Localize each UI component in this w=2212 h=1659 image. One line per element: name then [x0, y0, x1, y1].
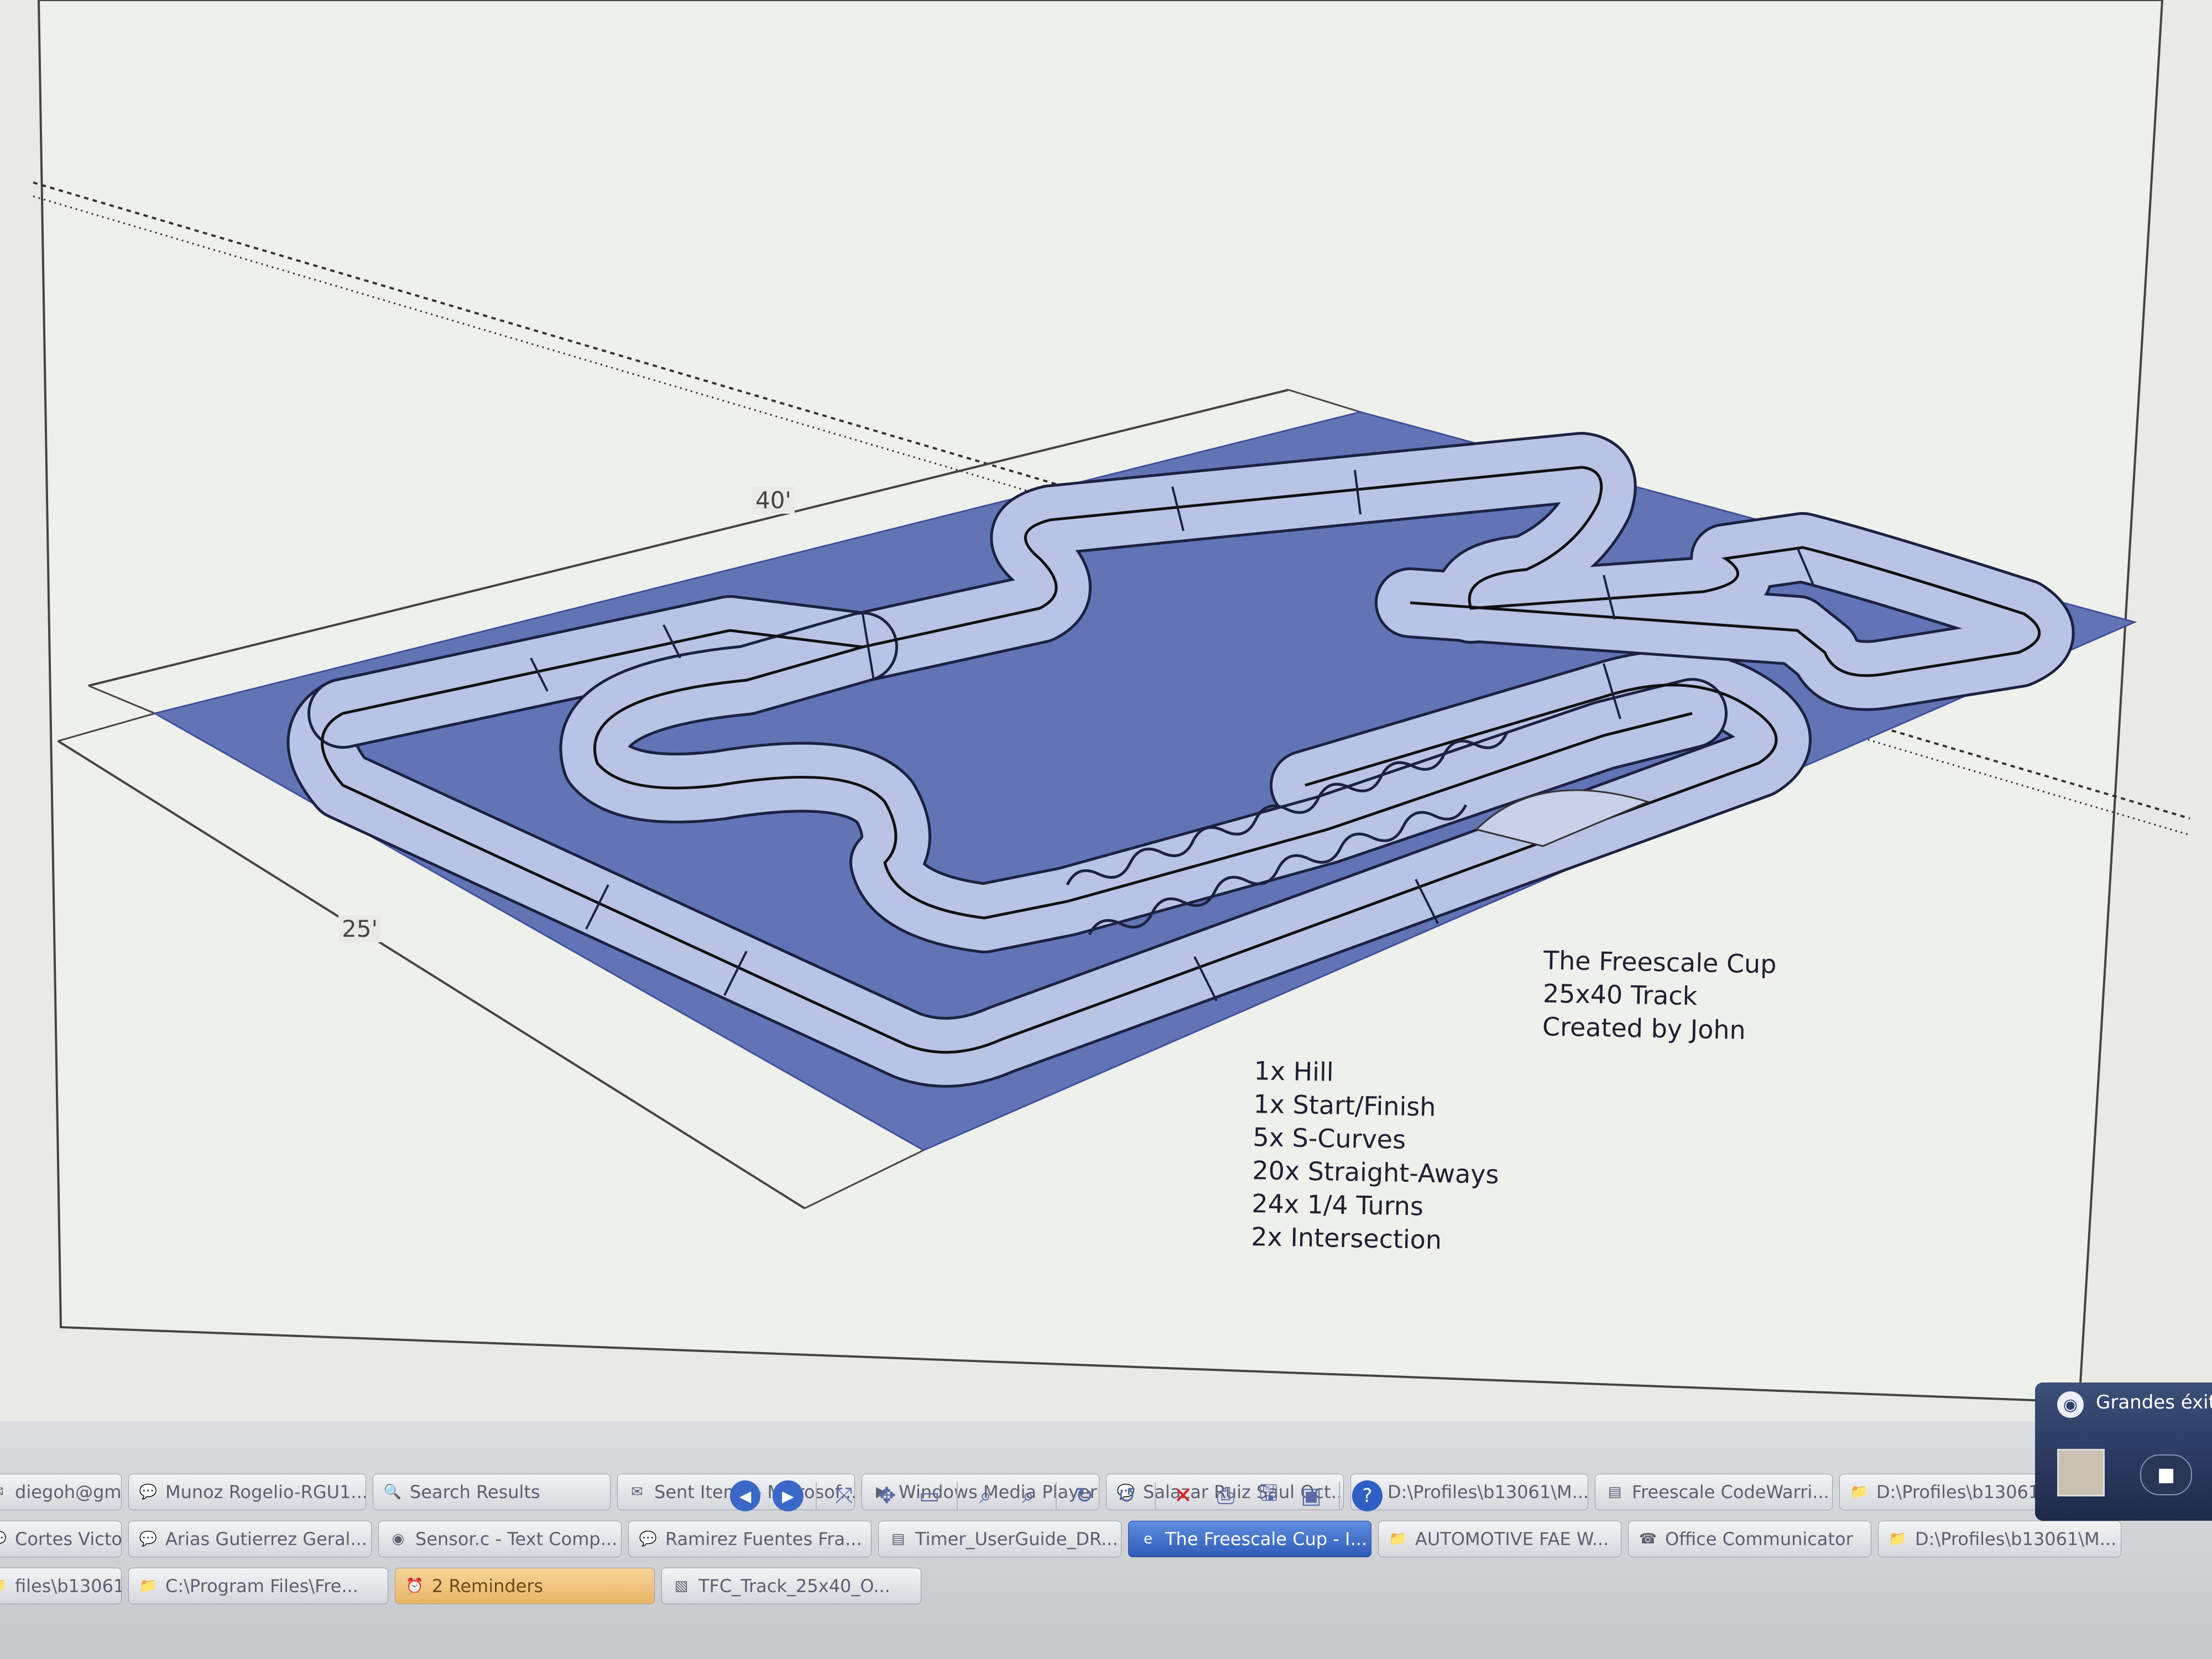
taskbar-button[interactable]: 📁D:\Profiles\b13061\M...	[1350, 1474, 1588, 1510]
taskbar-button[interactable]: ▤ Timer_UserGuide_DR...	[878, 1521, 1121, 1557]
taskbar-button[interactable]: e The Freescale Cup - I...	[1128, 1521, 1371, 1557]
taskbar-button[interactable]: ▤ Freescale CodeWarri...	[1595, 1474, 1833, 1510]
taskbar-app-icon: 📁	[0, 1577, 7, 1595]
taskbar-button[interactable]: 🔍 Search Results	[373, 1474, 611, 1510]
next-image-button[interactable]: ▶	[773, 1480, 804, 1511]
taskbar-button-label: Munoz Rogelio-RGU1...	[165, 1481, 366, 1503]
photo-viewer-canvas: 40' 25' The Freescale Cup 25x40 Track Cr…	[0, 0, 2212, 1460]
track-drawing	[33, 0, 2190, 1404]
open-program-button[interactable]: ▣	[1296, 1480, 1326, 1511]
taskbar-button-label: Arias Gutierrez Geral...	[165, 1528, 367, 1550]
taskbar-app-icon: ▤	[1608, 1484, 1622, 1500]
album-art-thumbnail[interactable]	[2057, 1449, 2105, 1496]
parts-list-item: 1x Start/Finish	[1253, 1089, 1436, 1122]
viewer-toolbar: ◀ ▶ ⤧ ✥ ▭ ⌕ ⌕ ↻ ↺ ✕ ⎙ 🖫 ▣?	[730, 1468, 1383, 1524]
taskbar-button-label: Search Results	[410, 1481, 540, 1503]
help-button[interactable]: ?	[1352, 1480, 1383, 1511]
track-info-caption: The Freescale Cup 25x40 Track Created by…	[1542, 943, 1777, 1047]
dimension-label-length: 40'	[752, 487, 795, 514]
taskbar-button[interactable]: ✉ diegoh@gm...	[0, 1474, 122, 1510]
taskbar-app-icon: 💬	[139, 1484, 158, 1500]
parts-list-item: 24x 1/4 Turns	[1251, 1188, 1424, 1222]
parts-list: 1x Hill 1x Start/Finish 5x S-Curves 20x …	[1251, 1054, 1501, 1258]
taskbar-button[interactable]: 📁 files\b13061\M...	[0, 1568, 122, 1604]
parts-list-item: 5x S-Curves	[1253, 1122, 1406, 1155]
taskbar-button[interactable]: 💬 Munoz Rogelio-RGU1...	[128, 1474, 366, 1510]
taskbar-button-label: Cortes Victor ...	[15, 1528, 122, 1550]
taskbar-app-icon: 💬	[0, 1530, 7, 1548]
info-line: The Freescale Cup	[1543, 945, 1777, 979]
taskbar-button-label: D:\Profiles\b13061\M...	[1387, 1481, 1588, 1503]
taskbar-button[interactable]: ▧ TFC_Track_25x40_O...	[661, 1568, 921, 1604]
taskbar-app-icon: ◉	[392, 1531, 405, 1547]
best-fit-button[interactable]: ⤧	[829, 1480, 859, 1511]
slideshow-button[interactable]: ▭	[914, 1480, 945, 1511]
taskbar-button-label: Freescale CodeWarri...	[1632, 1481, 1829, 1503]
taskbar-button-label: Ramirez Fuentes Fra...	[665, 1528, 862, 1550]
taskbar-row: 📁 files\b13061\M... 📁 C:\Program Files\Fre.…	[0, 1568, 921, 1604]
zoom-in-button[interactable]: ⌕	[970, 1480, 1000, 1511]
stop-button[interactable]: ■	[2140, 1454, 2192, 1495]
print-button[interactable]: ⎙	[1211, 1480, 1241, 1511]
info-line: Created by John	[1542, 1011, 1746, 1045]
toolbar-separator	[815, 1482, 817, 1510]
taskbar-app-icon: ▧	[674, 1578, 688, 1594]
toolbar-separator	[1154, 1482, 1156, 1510]
taskbar-app-icon: e	[1144, 1531, 1152, 1547]
taskbar-button-label: C:\Program Files\Fre...	[165, 1575, 358, 1597]
taskbar-app-icon: 🔍	[383, 1484, 402, 1500]
taskbar-button[interactable]: 💬 Ramirez Fuentes Fra...	[628, 1521, 872, 1557]
parts-list-item: 2x Intersection	[1250, 1222, 1442, 1255]
taskbar-app-icon: 💬	[639, 1531, 658, 1547]
taskbar-app-icon: ✉	[0, 1483, 7, 1501]
taskbar-button-label: AUTOMOTIVE FAE W...	[1415, 1528, 1609, 1550]
toolbar-separator	[1338, 1482, 1340, 1510]
delete-button[interactable]: ✕	[1168, 1480, 1198, 1511]
previous-image-button[interactable]: ◀	[730, 1480, 761, 1511]
taskbar-button[interactable]: ⏰ 2 Reminders	[395, 1568, 655, 1604]
taskbar-app-icon: 📁	[1850, 1484, 1869, 1500]
taskbar-app-icon: 📁	[139, 1578, 158, 1594]
parts-list-item: 1x Hill	[1254, 1056, 1334, 1087]
taskbar-button-label: D:\Profiles\b13061\M...	[1915, 1528, 2117, 1550]
taskbar-app-icon: ✉	[631, 1484, 643, 1500]
taskbar-button[interactable]: ☎ Office Communicator	[1628, 1521, 1871, 1557]
taskbar-app-icon: 📁	[1389, 1531, 1407, 1547]
taskbar-app-icon: 💬	[139, 1531, 158, 1547]
taskbar-app-icon: ☎	[1639, 1531, 1657, 1547]
taskbar-button-label: TFC_Track_25x40_O...	[698, 1575, 890, 1597]
taskbar-button-label: 2 Reminders	[432, 1575, 544, 1597]
copy-to-button[interactable]: 🖫	[1253, 1480, 1284, 1511]
taskbar-app-icon: ▤	[891, 1531, 905, 1547]
taskbar-button[interactable]: 📁 C:\Program Files\Fre...	[128, 1568, 388, 1604]
toolbar-separator	[957, 1482, 958, 1510]
rotate-clockwise-button[interactable]: ↻	[1069, 1480, 1099, 1511]
taskbar-row: 💬 Cortes Victor ... 💬 Arias Gutierrez Geral…	[0, 1521, 2121, 1557]
now-playing-title: Grandes éxitos	[2096, 1391, 2212, 1413]
taskbar-button-label: The Freescale Cup - I...	[1165, 1528, 1367, 1550]
taskbar-button-label: Sensor.c - Text Comp...	[415, 1528, 618, 1550]
actual-size-button[interactable]: ✥	[872, 1480, 902, 1511]
taskbar-button[interactable]: 📁 AUTOMOTIVE FAE W...	[1378, 1521, 1621, 1557]
taskbar-button[interactable]: ◉ Sensor.c - Text Comp...	[378, 1521, 622, 1557]
taskbar-app-icon: 📁	[1888, 1531, 1907, 1547]
dimension-label-width: 25'	[338, 915, 381, 942]
taskbar-button-label: Office Communicator	[1665, 1528, 1853, 1550]
info-line: 25x40 Track	[1542, 978, 1698, 1011]
zoom-out-button[interactable]: ⌕	[1013, 1480, 1044, 1511]
rotate-counterclockwise-button[interactable]: ↺	[1112, 1480, 1142, 1511]
taskbar-app-icon: ⏰	[405, 1578, 424, 1594]
taskbar-button[interactable]: 📁 D:\Profiles\b13061\M...	[1878, 1521, 2121, 1557]
taskbar-button-label: files\b13061\M...	[15, 1575, 122, 1597]
parts-list-item: 20x Straight-Aways	[1252, 1155, 1499, 1190]
toolbar-separator	[1056, 1482, 1057, 1510]
windows-taskbar: ✉ diegoh@gm... 💬 Munoz Rogelio-RGU1... 🔍 Sear…	[0, 1421, 2212, 1659]
taskbar-button[interactable]: 💬 Cortes Victor ...	[0, 1521, 122, 1557]
taskbar-button-label: diegoh@gm...	[15, 1481, 122, 1503]
taskbar-button[interactable]: 💬 Arias Gutierrez Geral...	[128, 1521, 372, 1557]
media-player-popup[interactable]: ◉ Grandes éxitos ■	[2035, 1383, 2212, 1521]
taskbar-button-label: Timer_UserGuide_DR...	[915, 1528, 1118, 1550]
media-player-icon: ◉	[2057, 1391, 2084, 1418]
